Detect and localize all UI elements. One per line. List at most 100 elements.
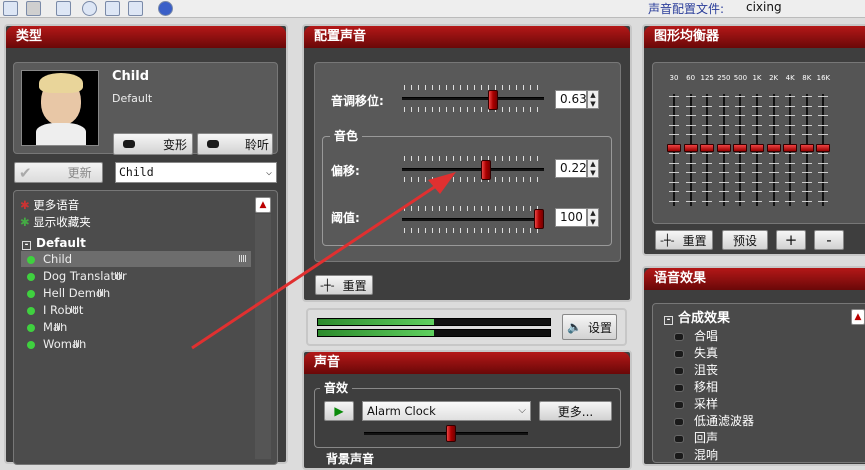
scroll-up-button[interactable]: ▲ [255,197,271,213]
signal-bars-icon [98,289,107,296]
star-icon: ✱ [20,198,30,212]
pitch-spinner[interactable]: ▲ ▼ [587,90,599,109]
more-button[interactable]: 更多... [539,401,612,421]
sound-panel-title: 声音 [304,352,630,374]
waveform-icon[interactable] [105,1,120,16]
play-button[interactable]: ▶ [324,401,354,421]
type-panel-title: 类型 [6,26,286,48]
threshold-ticks [404,206,544,211]
pitch-slider-thumb[interactable] [488,90,498,110]
help-icon[interactable] [158,1,173,16]
pitch-label: 音调移位: [331,94,384,108]
effects-list [652,303,865,463]
voice-subtitle: Default [112,92,153,105]
voice-select[interactable]: Child ⌵ [115,162,277,183]
voice-list-item[interactable]: Dog Translator [21,268,127,284]
eq-reset-button[interactable]: -┼- 重置 [655,230,713,250]
pitch-ticks [404,107,544,112]
voice-status-icon [27,306,35,315]
voice-list-item-label: Child [43,252,73,266]
voice-status-icon [27,272,35,281]
voice-status-icon [27,323,35,332]
check-icon: ✔ [19,163,32,182]
list-scrollbar[interactable] [255,214,271,459]
eq-reset-label: 重置 [682,233,707,248]
collapse-icon: - [664,316,673,325]
threshold-slider-thumb[interactable] [534,209,544,229]
more-voices-label: 更多语音 [33,198,80,212]
effect-select-value: Alarm Clock [367,404,436,418]
app-icon[interactable] [3,1,18,16]
offset-slider[interactable] [402,168,544,171]
signal-bars-icon [71,306,80,313]
config-reset-label: 重置 [342,278,367,293]
group-default[interactable]: - Default [22,235,86,251]
clock-icon[interactable] [82,1,97,16]
threshold-slider[interactable] [402,218,544,221]
threshold-label: 阈值: [331,211,360,225]
voice-list-item[interactable]: Hell Demon [21,285,110,301]
voice-list-item[interactable]: I Robot [21,302,83,318]
synthesis-group[interactable]: - 合成效果 [664,310,730,327]
play-icon: ▶ [334,404,344,418]
effect-group-label: 音效 [320,379,353,396]
settings-label: 设置 [587,320,612,335]
config-file-label: 声音配置文件: [648,2,725,16]
speaker-icon: 🔈 [567,320,582,334]
level-meter-top [317,318,551,326]
voice-avatar [21,70,99,146]
voice-status-icon [27,340,35,349]
led-icon [123,140,135,148]
eq-plus-button[interactable]: + [776,230,806,250]
offset-spinner[interactable]: ▲ ▼ [587,159,599,178]
signal-bars-icon [114,272,123,279]
voice-status-icon [27,255,35,264]
update-label: 更新 [67,166,92,180]
listen-button[interactable]: 聆听 [197,133,273,155]
config-panel-title: 配置声音 [304,26,630,48]
eq-minus-button[interactable]: - [814,230,844,250]
threshold-spinner[interactable]: ▲ ▼ [587,208,599,227]
signal-bars-icon [239,255,247,262]
voice-list-item[interactable]: Man [21,319,67,335]
effect-volume-thumb[interactable] [446,425,456,442]
signal-bars-icon [74,340,83,347]
morph-label: 变形 [163,137,188,152]
effects-panel-title: 语音效果 [644,268,865,290]
offset-value[interactable]: 0.22 [555,159,587,178]
effects-scroll-up-button[interactable]: ▲ [851,309,865,325]
config-reset-button[interactable]: -┼- 重置 [315,275,373,295]
window-icon[interactable] [26,1,41,16]
reset-icon: -┼- [660,233,675,247]
sound-icon[interactable] [128,1,143,16]
threshold-value[interactable]: 100 [555,208,587,227]
pitch-ticks [404,85,544,90]
level-meter-bottom-fill [318,330,434,336]
synthesis-group-label: 合成效果 [678,311,731,326]
voice-list-item[interactable]: Child [21,251,251,267]
morph-button[interactable]: 变形 [113,133,193,155]
level-meter-top-fill [318,319,434,325]
equalizer-box [652,62,865,224]
voice-select-value: Child [119,165,154,179]
offset-ticks [404,177,544,182]
effect-select[interactable]: Alarm Clock ⌵ [362,401,531,421]
show-favorites-link[interactable]: ✱ 显示收藏夹 [20,214,91,230]
voice-list-item[interactable]: Woman [21,336,86,352]
more-voices-link[interactable]: ✱ 更多语音 [20,197,79,213]
settings-button[interactable]: 🔈 设置 [562,314,617,340]
timbre-group-label: 音色 [330,127,363,144]
reset-icon: -┼- [320,278,335,292]
pitch-value[interactable]: 0.63 [555,90,587,109]
pitch-slider[interactable] [402,97,544,100]
equalizer-panel-title: 图形均衡器 [644,26,865,48]
eq-preset-button[interactable]: 预设 [722,230,768,250]
offset-label: 偏移: [331,164,360,178]
update-button[interactable]: ✔ 更新 [14,162,103,183]
offset-slider-thumb[interactable] [481,160,491,180]
led-icon [207,140,219,148]
plugin-icon[interactable] [56,1,71,16]
config-file-value[interactable]: cixing [746,0,782,14]
top-toolbar: 声音配置文件: cixing [0,0,865,18]
level-meter-bottom [317,329,551,337]
